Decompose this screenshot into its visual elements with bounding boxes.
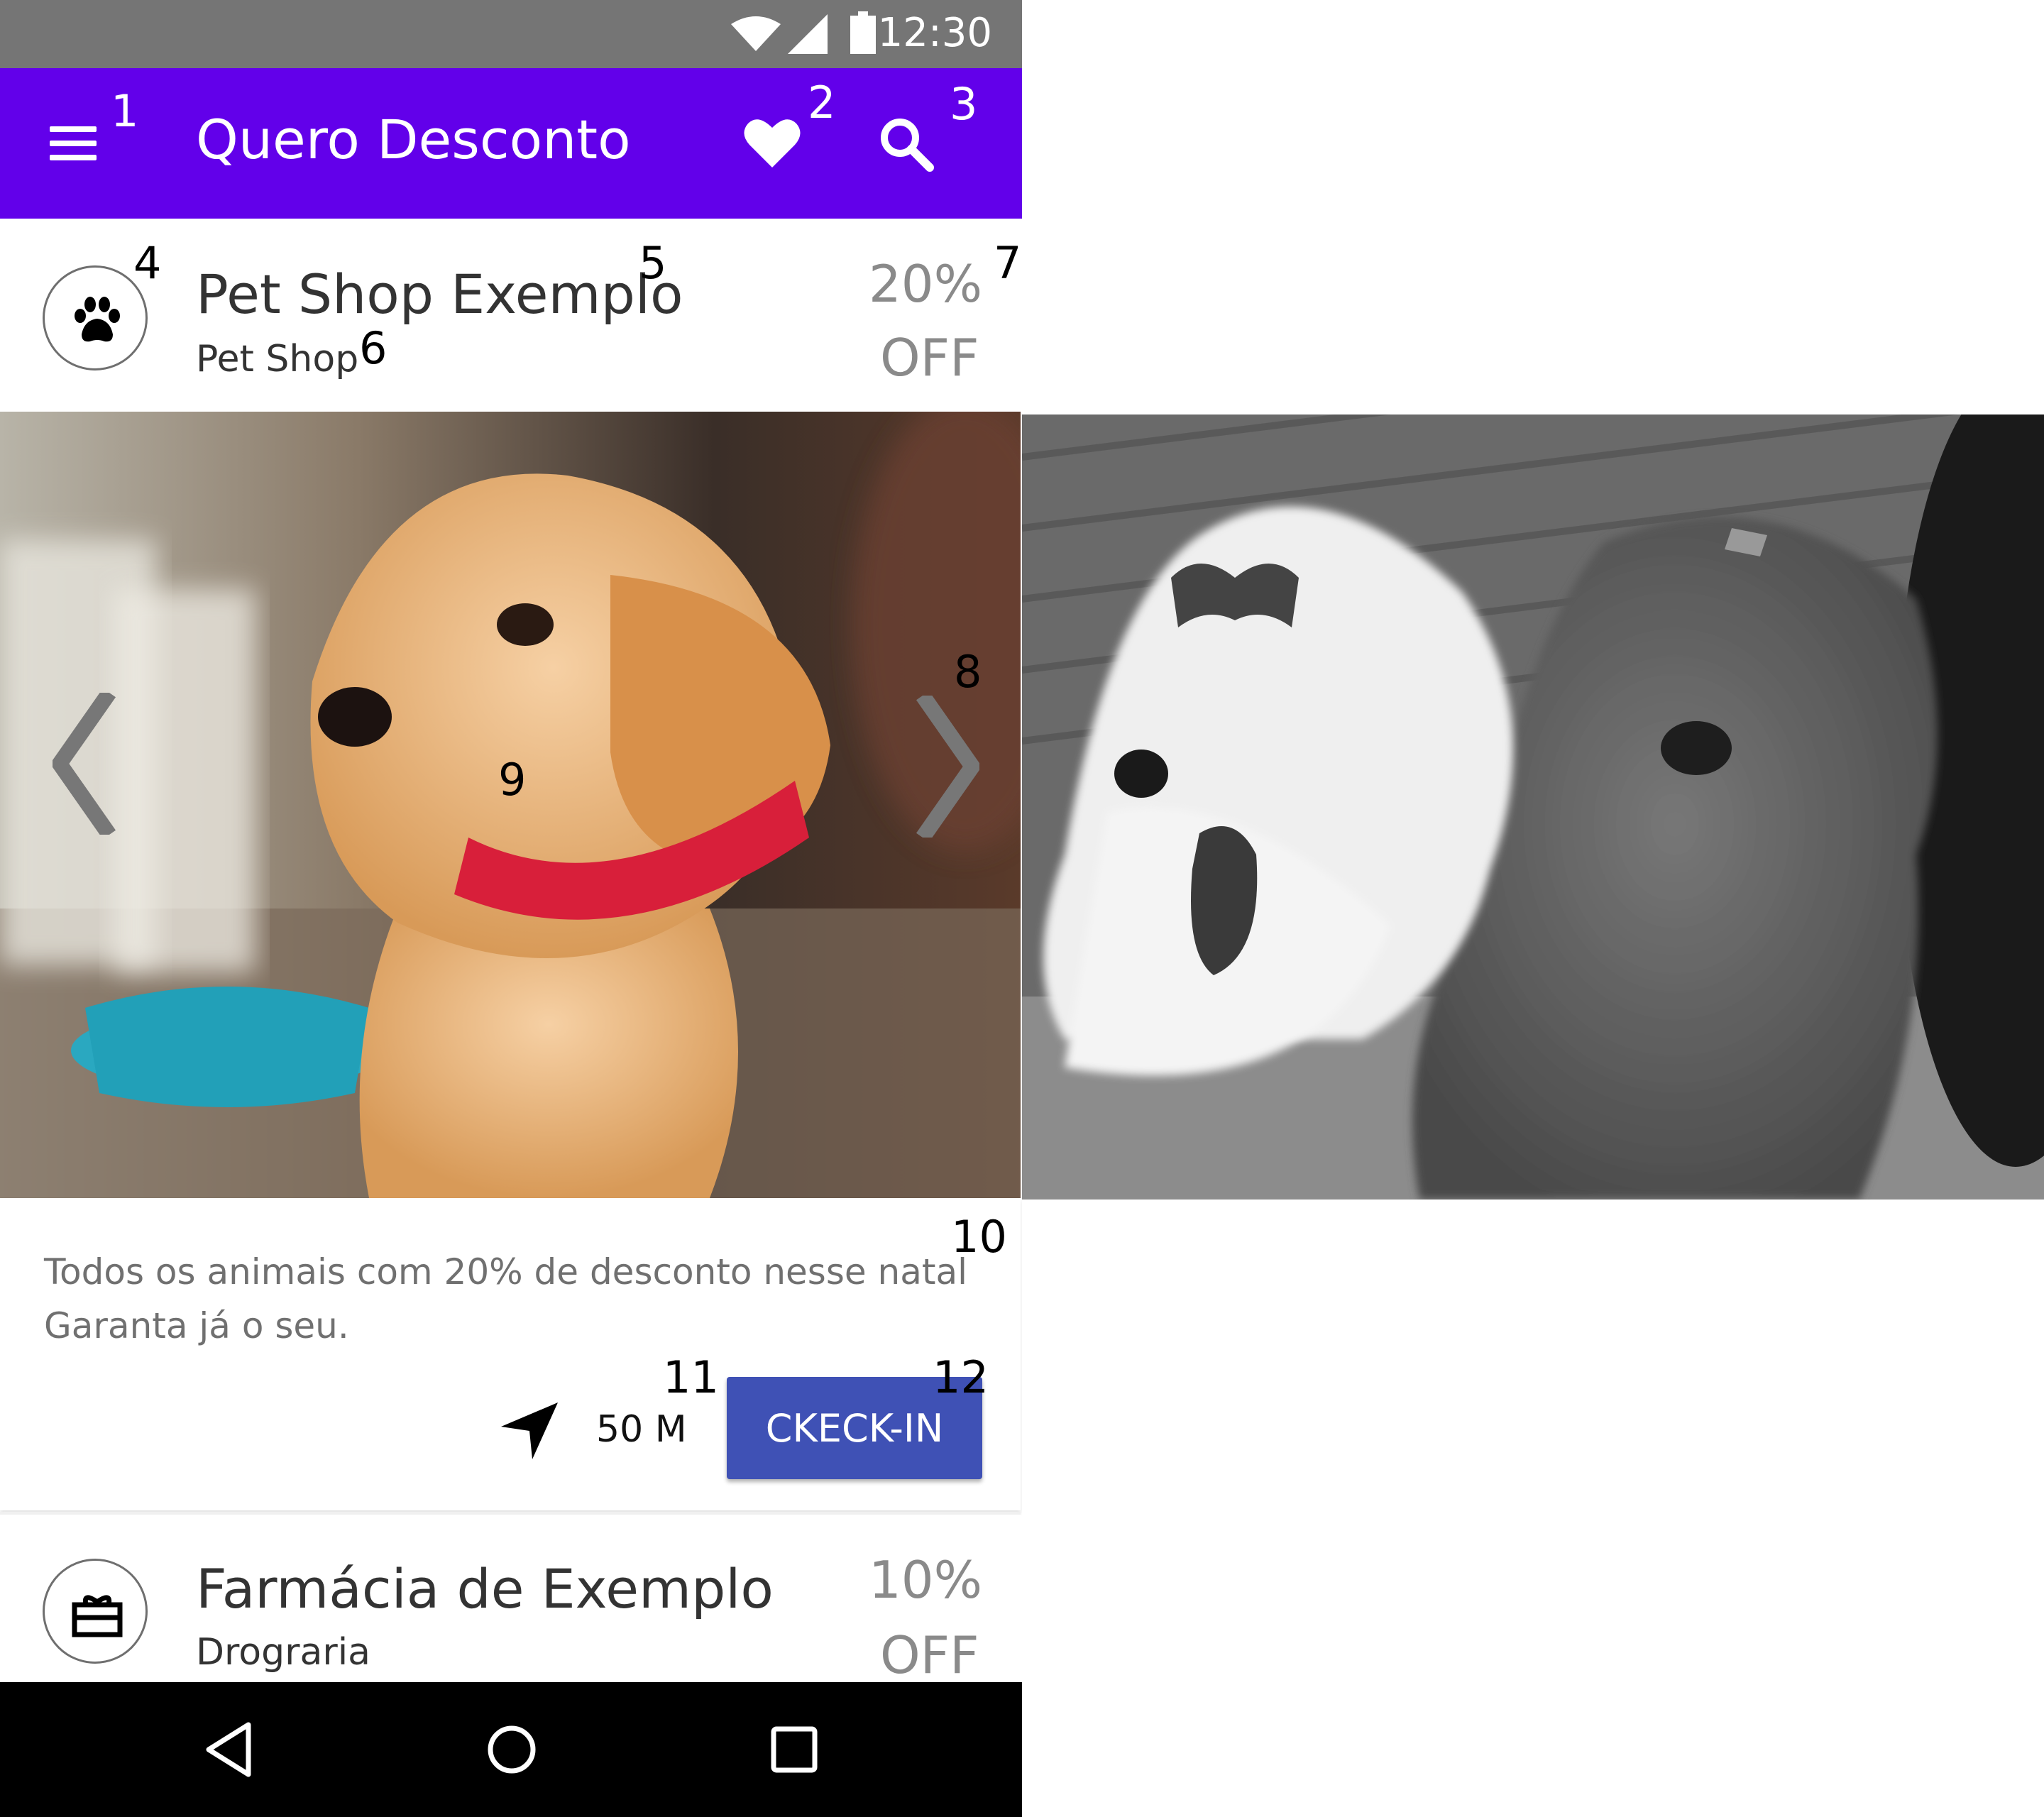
offer-card-header[interactable]: 4 Pet Shop Exemplo 5 Pet Shop 6 20% OFF … xyxy=(0,219,1022,412)
status-bar: 12:30 xyxy=(0,0,1022,68)
discount-label: OFF xyxy=(880,328,979,388)
search-icon[interactable] xyxy=(876,114,935,173)
chevron-right-icon[interactable] xyxy=(916,696,979,838)
phone-screen: 12:30 1 Quero Desconto 2 3 4 Pet Shop Ex… xyxy=(0,0,1022,1817)
chevron-left-icon[interactable] xyxy=(53,693,116,835)
discount-percent: 20% xyxy=(868,254,982,314)
callout-10: 10 xyxy=(951,1211,1007,1263)
status-time: 12:30 xyxy=(877,10,992,56)
offer-description-line: Garanta já o seu. xyxy=(44,1305,349,1346)
callout-5: 5 xyxy=(639,237,667,289)
offer-description-line: Todos os animais com 20% de desconto nes… xyxy=(44,1251,968,1292)
home-icon[interactable] xyxy=(480,1718,544,1782)
offer-card-body: Todos os animais com 20% de desconto nes… xyxy=(0,1198,1021,1510)
callout-3: 3 xyxy=(950,78,978,130)
callout-8: 8 xyxy=(954,646,982,698)
offer-category: Drograria xyxy=(196,1631,371,1674)
offer-category: Pet Shop xyxy=(196,338,359,380)
callout-7: 7 xyxy=(994,237,1022,289)
offer-name: Farmácia de Exemplo xyxy=(196,1557,774,1620)
app-bar: 1 Quero Desconto 2 3 xyxy=(0,68,1022,219)
heart-icon[interactable] xyxy=(742,114,802,173)
navigation-arrow-icon xyxy=(501,1402,558,1459)
offer-card[interactable]: Farmácia de Exemplo Drograria 10% OFF xyxy=(0,1512,1021,1685)
discount-label: OFF xyxy=(880,1625,979,1685)
offer-name: Pet Shop Exemplo xyxy=(196,263,683,326)
callout-9: 9 xyxy=(498,754,527,806)
carousel-next-image xyxy=(1022,415,2044,1200)
offer-avatar xyxy=(43,265,148,370)
callout-4: 4 xyxy=(133,237,162,289)
back-icon[interactable] xyxy=(199,1718,263,1782)
menu-icon[interactable] xyxy=(47,122,104,165)
callout-11: 11 xyxy=(663,1351,719,1403)
image-carousel[interactable]: 8 9 xyxy=(0,412,1021,1198)
recents-icon[interactable] xyxy=(762,1718,826,1782)
offer-description: Todos os animais com 20% de desconto nes… xyxy=(44,1245,967,1353)
discount-percent: 10% xyxy=(868,1550,982,1610)
paw-icon xyxy=(75,297,120,342)
gift-icon xyxy=(72,1595,123,1637)
distance-label: 50 M xyxy=(596,1408,687,1451)
wifi-icon xyxy=(731,16,781,51)
chow-chow-photo xyxy=(1022,415,2044,1200)
callout-2: 2 xyxy=(808,77,836,128)
callout-6: 6 xyxy=(359,322,388,374)
callout-1: 1 xyxy=(111,85,139,137)
system-nav-bar xyxy=(0,1682,1022,1817)
battery-icon xyxy=(850,11,876,54)
app-title: Quero Desconto xyxy=(196,108,631,171)
signal-icon xyxy=(788,14,828,54)
offer-avatar xyxy=(43,1559,148,1664)
callout-12: 12 xyxy=(933,1351,989,1403)
